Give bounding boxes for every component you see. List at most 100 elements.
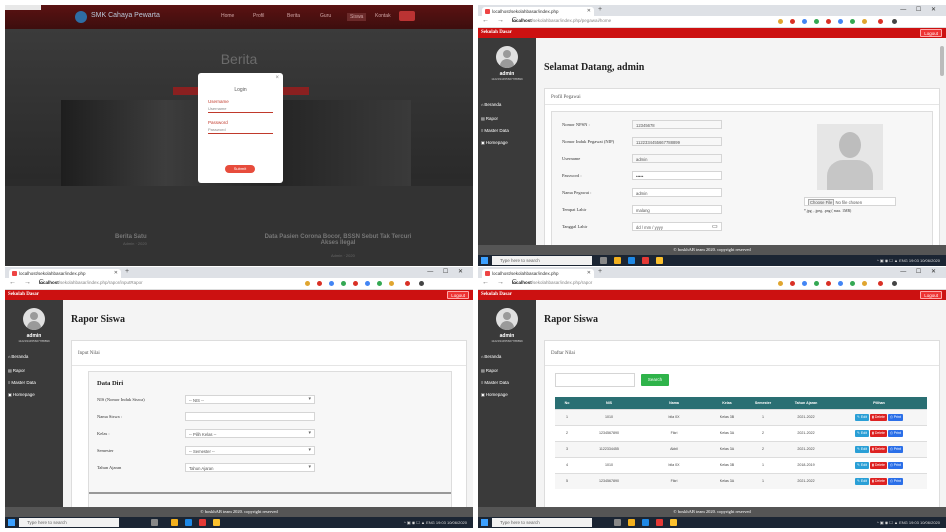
username-input[interactable]: Username (208, 106, 273, 113)
close-icon[interactable]: × (275, 75, 279, 81)
app-icon[interactable] (642, 257, 649, 264)
extension-icon[interactable] (389, 281, 394, 286)
extension-icon[interactable] (826, 19, 831, 24)
task-view-icon[interactable] (614, 519, 621, 526)
explorer-icon[interactable] (171, 519, 178, 526)
extension-icon[interactable] (778, 19, 783, 24)
calendar-icon[interactable]: ▭ (712, 223, 718, 230)
sidebar-item-homepage[interactable]: ▣Homepage (8, 392, 35, 397)
close-tab-icon[interactable]: ✕ (114, 270, 118, 276)
extension-icon[interactable] (862, 19, 867, 24)
search-button[interactable]: Search (641, 374, 669, 386)
edit-button[interactable]: ✎ Edit (855, 445, 869, 453)
app-icon[interactable] (199, 519, 206, 526)
explorer-icon[interactable] (628, 519, 635, 526)
new-tab-button[interactable]: + (125, 268, 129, 275)
new-tab-button[interactable]: + (598, 6, 602, 13)
edit-button[interactable]: ✎ Edit (855, 413, 869, 421)
extension-icon[interactable] (778, 281, 783, 286)
extension-icon[interactable] (802, 281, 807, 286)
logout-button[interactable]: Logout (920, 291, 942, 299)
windows-start-icon[interactable] (8, 519, 15, 526)
tahun-ajaran-select[interactable]: Tahun Ajaran (185, 463, 315, 472)
nav-guru[interactable]: Guru (320, 13, 331, 19)
profile-icon[interactable] (892, 19, 897, 24)
print-button[interactable]: ⎙ Print (887, 477, 903, 485)
chrome-icon[interactable] (213, 519, 220, 526)
password-field[interactable]: ••••• (632, 171, 722, 180)
extension-icon[interactable] (365, 281, 370, 286)
print-button[interactable]: ⎙ Print (887, 461, 903, 469)
windows-start-icon[interactable] (481, 257, 488, 264)
task-view-icon[interactable] (600, 257, 607, 264)
nama-siswa-input[interactable] (185, 412, 315, 421)
extension-icon[interactable] (838, 281, 843, 286)
app-title[interactable]: Sekolah Dasar (8, 292, 39, 297)
taskbar-search[interactable]: Type here to search (492, 256, 592, 265)
new-tab-button[interactable]: + (598, 268, 602, 275)
store-icon[interactable] (642, 519, 649, 526)
extension-icon[interactable] (353, 281, 358, 286)
nav-profil[interactable]: Profil (253, 13, 264, 19)
nav-kontak[interactable]: Kontak (375, 13, 391, 19)
delete-button[interactable]: ▮ Delete (869, 461, 887, 469)
url-field[interactable]: localhost/sekolahbasar/index.php/pegawai… (512, 18, 611, 23)
password-input[interactable]: Password (208, 127, 273, 134)
print-button[interactable]: ⎙ Print (887, 413, 903, 421)
url-field[interactable]: localhost/sekolahbasar/index.php/rapor/i… (39, 280, 143, 285)
extension-icon[interactable] (305, 281, 310, 286)
windows-start-icon[interactable] (481, 519, 488, 526)
store-icon[interactable] (628, 257, 635, 264)
explorer-icon[interactable] (614, 257, 621, 264)
edit-button[interactable]: ✎ Edit (855, 461, 869, 469)
extension-icon[interactable] (878, 19, 883, 24)
profile-icon[interactable] (892, 281, 897, 286)
extension-icon[interactable] (850, 19, 855, 24)
sidebar-item-homepage[interactable]: ▣Homepage (481, 140, 508, 145)
extension-icon[interactable] (341, 281, 346, 286)
delete-button[interactable]: ▮ Delete (869, 413, 887, 421)
nav-siswa[interactable]: Siswa (347, 13, 367, 21)
print-button[interactable]: ⎙ Print (887, 445, 903, 453)
profile-icon[interactable] (419, 281, 424, 286)
extension-icon[interactable] (826, 281, 831, 286)
news-card-title[interactable]: Berita Satu (115, 234, 147, 240)
sidebar-item-beranda[interactable]: ⌂Beranda (481, 102, 501, 107)
sidebar-item-master-data[interactable]: ≡Master Data (481, 128, 509, 133)
extension-icon[interactable] (878, 281, 883, 286)
extension-icon[interactable] (329, 281, 334, 286)
nama-pegawai-field[interactable]: admin (632, 188, 722, 197)
extension-icon[interactable] (802, 19, 807, 24)
sidebar-item-rapor[interactable]: ▤Rapor (481, 116, 498, 121)
delete-button[interactable]: ▮ Delete (869, 477, 887, 485)
nav-home[interactable]: Home (221, 13, 234, 19)
choose-file-button[interactable]: Choose File (808, 199, 835, 205)
sidebar-item-master-data[interactable]: ≡Master Data (8, 380, 36, 385)
extension-icon[interactable] (814, 281, 819, 286)
delete-button[interactable]: ▮ Delete (869, 445, 887, 453)
browser-tab[interactable]: localhost/sekolahbasar/index.php ✕ (9, 269, 121, 278)
edit-button[interactable]: ✎ Edit (855, 429, 869, 437)
tanggal-lahir-field[interactable]: dd / mm / yyyy (632, 222, 722, 231)
search-input[interactable] (555, 373, 635, 387)
taskbar-search[interactable]: Type here to search (19, 518, 119, 527)
nip-field[interactable]: 1122334455667788899 (632, 137, 722, 146)
semester-select[interactable]: -- Semester -- (185, 446, 315, 455)
chrome-icon[interactable] (670, 519, 677, 526)
close-tab-icon[interactable]: ✕ (587, 8, 591, 14)
news-card-title[interactable]: Data Pasien Corona Bocor, BSSN Sebut Tak… (263, 234, 413, 246)
print-button[interactable]: ⎙ Print (887, 429, 903, 437)
app-title[interactable]: Sekolah Dasar (481, 30, 512, 35)
browser-tab[interactable]: localhost/sekolahbasar/index.php ✕ (482, 269, 594, 278)
logout-button[interactable]: Logout (447, 291, 469, 299)
username-field[interactable]: admin (632, 154, 722, 163)
chrome-icon[interactable] (656, 257, 663, 264)
app-icon[interactable] (656, 519, 663, 526)
logout-button[interactable]: Logout (920, 29, 942, 37)
close-tab-icon[interactable]: ✕ (587, 270, 591, 276)
extension-icon[interactable] (814, 19, 819, 24)
extension-icon[interactable] (317, 281, 322, 286)
sidebar-item-beranda[interactable]: ⌂Beranda (481, 354, 501, 359)
url-field[interactable]: localhost/sekolahbasar/index.php/rapor (512, 280, 592, 285)
extension-icon[interactable] (850, 281, 855, 286)
